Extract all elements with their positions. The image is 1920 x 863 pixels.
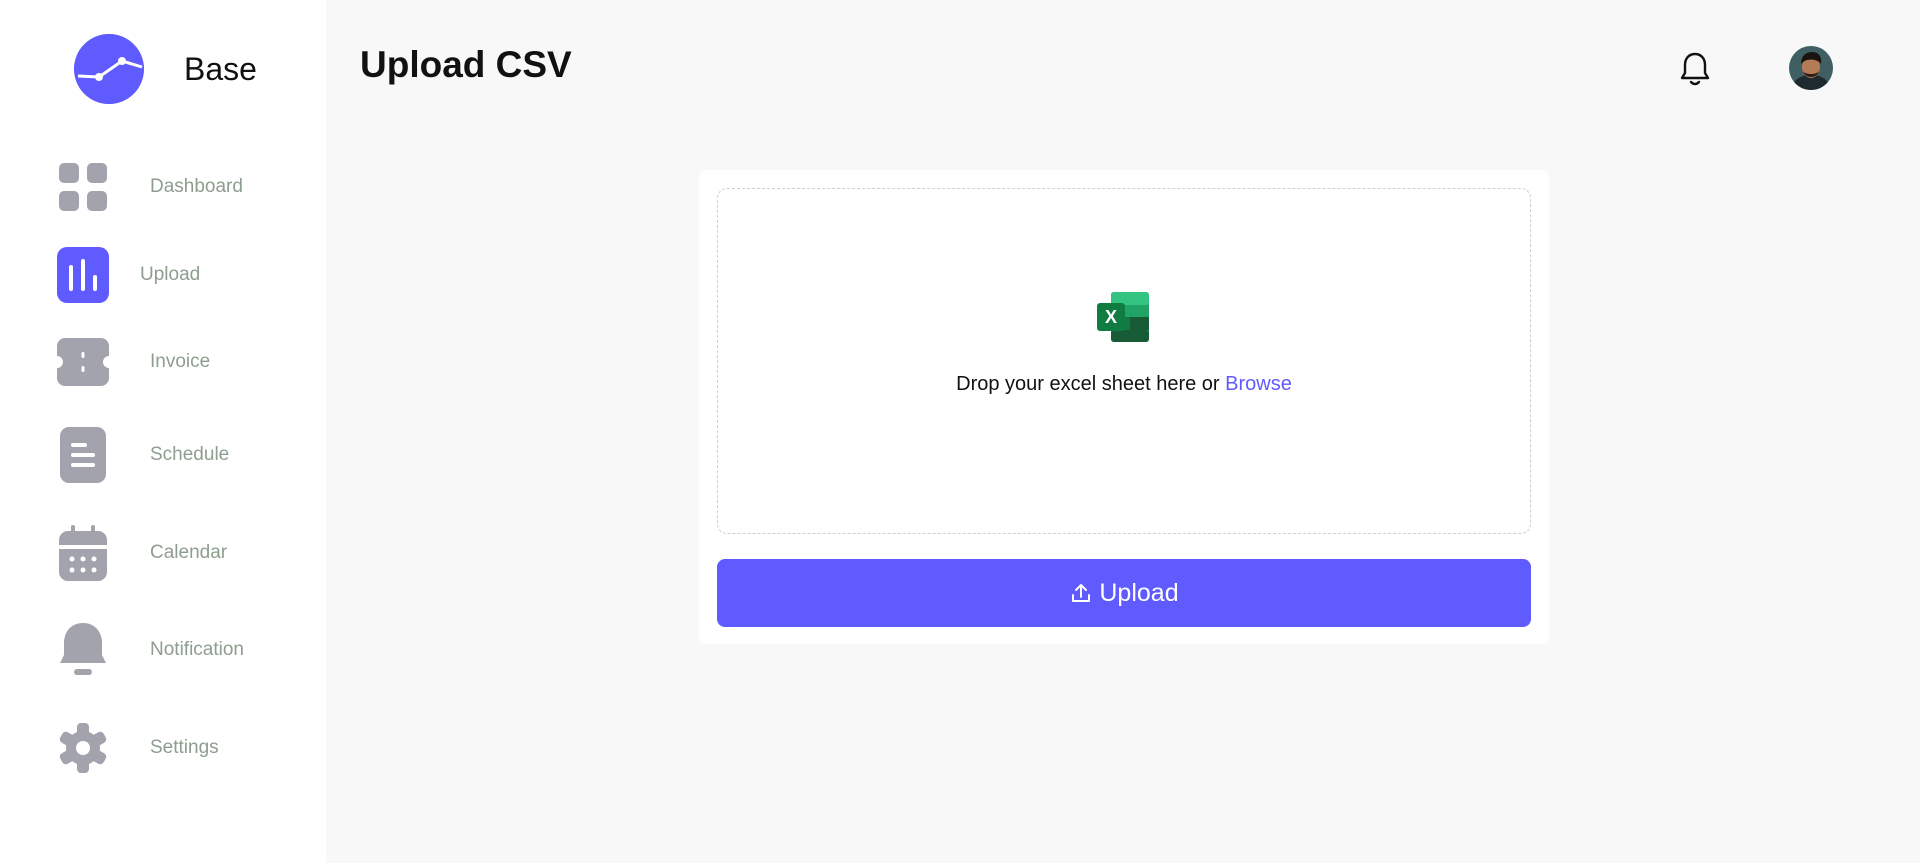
sidebar-item-label: Invoice	[150, 351, 211, 372]
sidebar-item-label: Settings	[150, 737, 219, 758]
upload-icon	[1072, 584, 1091, 602]
user-avatar[interactable]	[1789, 46, 1833, 90]
sidebar-item-settings[interactable]: Settings	[52, 717, 219, 779]
sidebar-item-schedule[interactable]: Schedule	[52, 424, 229, 486]
sidebar: Base Dashboard Upload Invoice Schedule C…	[0, 0, 326, 863]
browse-link[interactable]: Browse	[1225, 373, 1292, 395]
grid-icon	[52, 156, 114, 218]
excel-icon: X	[1097, 292, 1149, 342]
bell-icon	[1680, 52, 1710, 86]
gear-icon	[52, 717, 114, 779]
notification-button[interactable]	[1675, 49, 1715, 89]
avatar-image	[1789, 46, 1833, 90]
bar-chart-icon	[52, 244, 114, 306]
upload-button-label: Upload	[1099, 578, 1179, 607]
brand-logo-icon	[74, 34, 144, 104]
brand[interactable]: Base	[74, 34, 257, 104]
upload-card: X Drop your excel sheet here or Browse U…	[699, 170, 1549, 644]
svg-text:X: X	[1105, 307, 1117, 327]
file-dropzone[interactable]: X Drop your excel sheet here or Browse	[717, 188, 1531, 534]
upload-button[interactable]: Upload	[717, 559, 1531, 627]
sidebar-item-label: Dashboard	[150, 176, 243, 197]
drop-text: Drop your excel sheet here or	[956, 373, 1226, 395]
brand-name: Base	[184, 50, 257, 87]
sidebar-item-label: Calendar	[150, 542, 228, 563]
sidebar-item-label: Schedule	[150, 444, 230, 465]
ticket-icon	[52, 331, 114, 393]
drop-instructions: Drop your excel sheet here or Browse	[718, 373, 1530, 396]
sidebar-item-notification[interactable]: Notification	[52, 619, 244, 681]
page-title: Upload CSV	[360, 44, 572, 85]
document-icon	[52, 424, 114, 486]
sidebar-item-upload[interactable]: Upload	[52, 244, 200, 306]
sidebar-item-dashboard[interactable]: Dashboard	[52, 156, 243, 218]
calendar-icon	[52, 522, 114, 584]
bell-icon	[52, 619, 114, 681]
sidebar-item-calendar[interactable]: Calendar	[52, 522, 227, 584]
sidebar-item-invoice[interactable]: Invoice	[52, 331, 210, 393]
sidebar-item-label: Upload	[140, 264, 201, 285]
sidebar-item-label: Notification	[150, 639, 244, 660]
